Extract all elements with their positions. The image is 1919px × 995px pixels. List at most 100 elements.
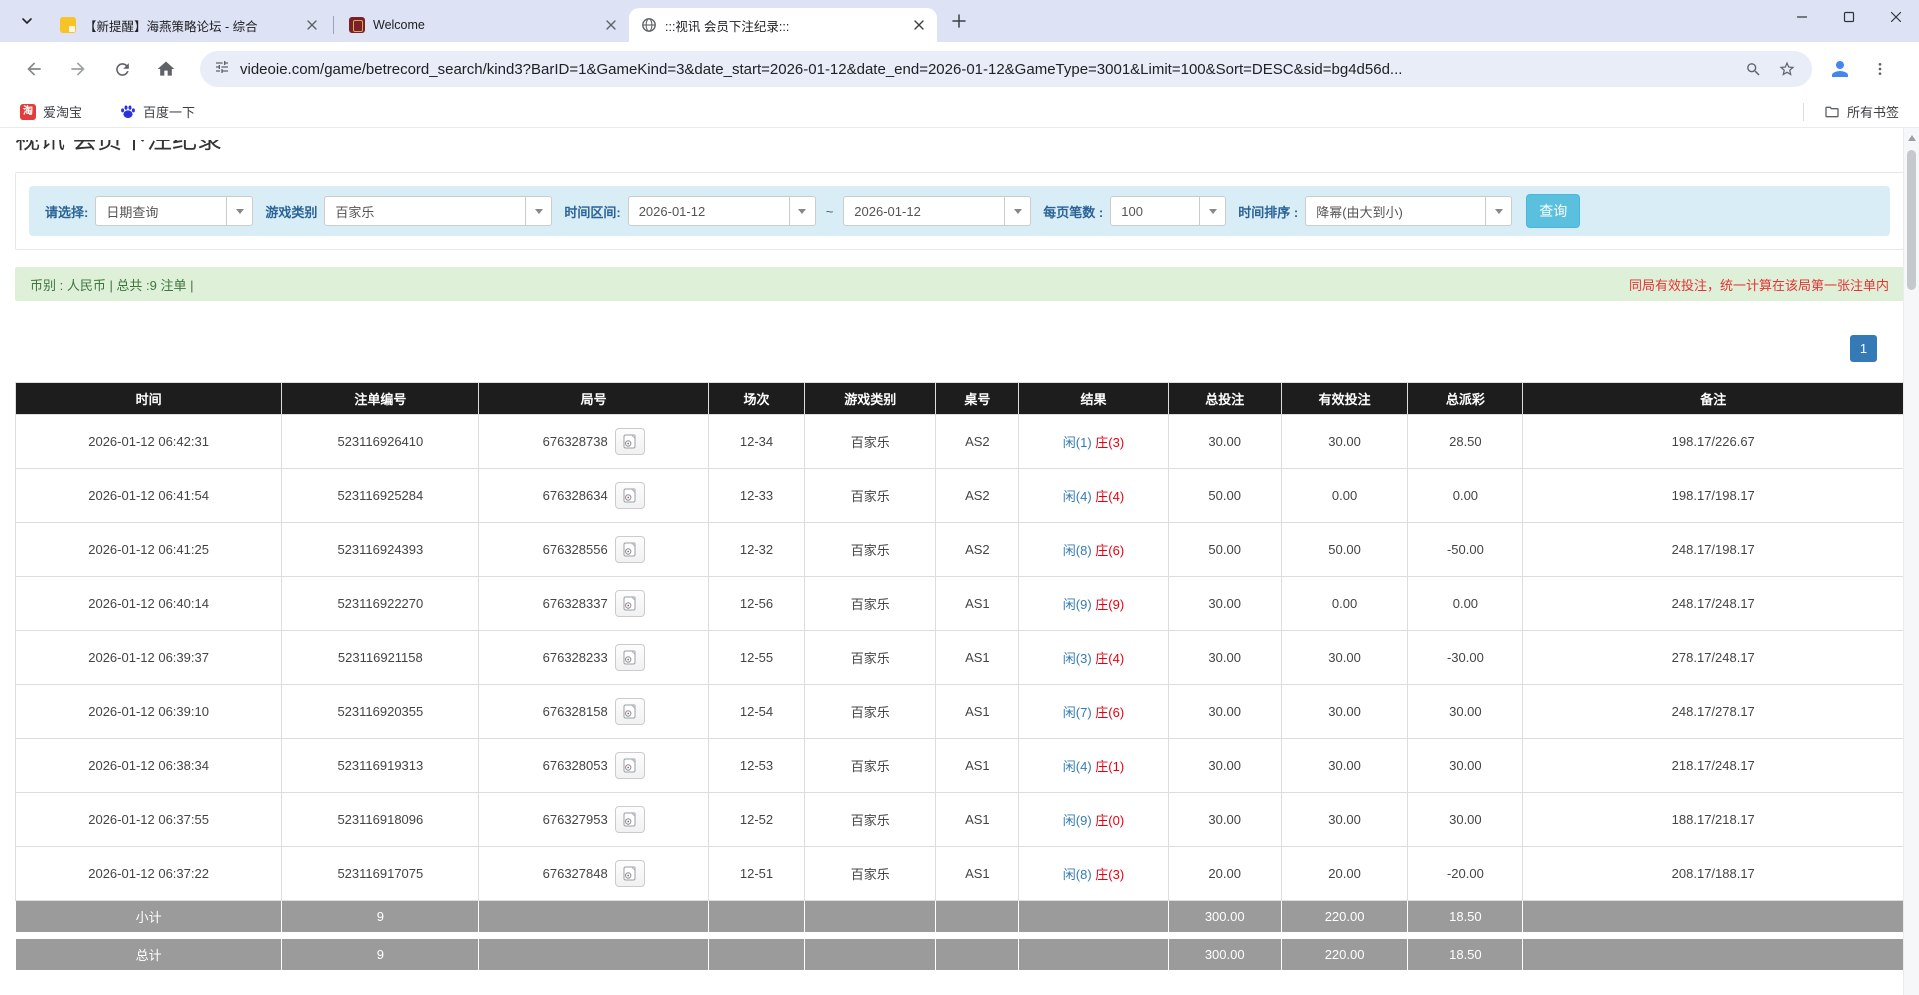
cell-table-no: AS1 xyxy=(936,685,1019,739)
bookmark-star-icon[interactable] xyxy=(1774,56,1800,82)
scroll-up-icon[interactable] xyxy=(1908,135,1916,141)
minimize-button[interactable] xyxy=(1778,0,1825,34)
reload-icon[interactable] xyxy=(102,49,142,89)
video-replay-icon[interactable] xyxy=(615,752,645,779)
new-tab-button[interactable] xyxy=(945,7,973,35)
footer-label: 总计 xyxy=(16,939,282,971)
tab-divider xyxy=(333,16,334,34)
bookmark-baidu[interactable]: 百度一下 xyxy=(114,100,201,124)
cell-total-bet[interactable]: 50.00 xyxy=(1168,469,1281,523)
cell-total-bet[interactable]: 30.00 xyxy=(1168,685,1281,739)
tab-close-icon[interactable] xyxy=(304,17,320,33)
cell-time: 2026-01-12 06:37:55 xyxy=(16,793,282,847)
cell-game-type: 百家乐 xyxy=(805,415,936,469)
video-replay-icon[interactable] xyxy=(615,806,645,833)
profile-avatar-icon[interactable] xyxy=(1820,49,1860,89)
close-button[interactable] xyxy=(1872,0,1919,34)
tab-title: 【新提醒】海燕策略论坛 - 综合 xyxy=(84,16,296,35)
cell-round: 676328556 xyxy=(479,523,708,577)
video-replay-icon[interactable] xyxy=(615,428,645,455)
zoom-icon[interactable] xyxy=(1740,56,1766,82)
window-controls xyxy=(1778,0,1919,34)
cell-valid-bet: 0.00 xyxy=(1281,469,1407,523)
cell-payout: 30.00 xyxy=(1408,739,1523,793)
cell-total-bet[interactable]: 50.00 xyxy=(1168,523,1281,577)
cell-session: 12-33 xyxy=(708,469,804,523)
video-replay-icon[interactable] xyxy=(615,590,645,617)
cell-valid-bet: 50.00 xyxy=(1281,523,1407,577)
tab-welcome[interactable]: Welcome xyxy=(337,8,629,42)
back-icon[interactable] xyxy=(14,49,54,89)
tab-betrecord-active[interactable]: :::视讯 会员下注纪录::: xyxy=(629,8,937,42)
tab-close-icon[interactable] xyxy=(911,17,927,33)
cell-round: 676328738 xyxy=(479,415,708,469)
bookmark-label: 百度一下 xyxy=(143,102,195,121)
url-bar[interactable]: videoie.com/game/betrecord_search/kind3?… xyxy=(200,51,1812,87)
cell-total-bet[interactable]: 30.00 xyxy=(1168,577,1281,631)
cell-round: 676328233 xyxy=(479,631,708,685)
footer-cell: 220.00 xyxy=(1281,901,1407,933)
cell-table-no: AS2 xyxy=(936,415,1019,469)
date-start-select[interactable]: 2026-01-12 xyxy=(628,196,816,226)
game-type-select[interactable]: 百家乐 xyxy=(324,196,552,226)
per-page-label: 每页笔数 : xyxy=(1043,202,1103,221)
bookmarks-divider xyxy=(1803,103,1804,121)
cell-bet-id: 523116920355 xyxy=(282,685,479,739)
column-header: 局号 xyxy=(479,383,708,415)
cell-bet-id: 523116917075 xyxy=(282,847,479,901)
query-type-select[interactable]: 日期查询 xyxy=(95,196,253,226)
cell-total-bet[interactable]: 30.00 xyxy=(1168,631,1281,685)
date-start-value: 2026-01-12 xyxy=(629,197,789,225)
cell-total-bet[interactable]: 30.00 xyxy=(1168,415,1281,469)
cell-session: 12-51 xyxy=(708,847,804,901)
round-number: 676328158 xyxy=(543,704,608,719)
tab-search-chevron-icon[interactable] xyxy=(12,6,42,36)
cell-total-bet[interactable]: 30.00 xyxy=(1168,739,1281,793)
date-end-select[interactable]: 2026-01-12 xyxy=(843,196,1031,226)
cell-payout: -20.00 xyxy=(1408,847,1523,901)
all-bookmarks-label: 所有书签 xyxy=(1847,102,1899,121)
cell-game-type: 百家乐 xyxy=(805,523,936,577)
forward-icon[interactable] xyxy=(58,49,98,89)
maximize-button[interactable] xyxy=(1825,0,1872,34)
video-replay-icon[interactable] xyxy=(615,536,645,563)
search-button[interactable]: 查询 xyxy=(1526,194,1580,228)
cell-time: 2026-01-12 06:40:14 xyxy=(16,577,282,631)
cell-result: 闲(9) 庄(9) xyxy=(1019,577,1168,631)
scrollbar-thumb[interactable] xyxy=(1907,150,1916,290)
round-number: 676327953 xyxy=(543,812,608,827)
video-replay-icon[interactable] xyxy=(615,860,645,887)
cell-session: 12-54 xyxy=(708,685,804,739)
result-player: 闲(7) xyxy=(1063,705,1092,720)
total-row: 总计9300.00220.0018.50 xyxy=(16,939,1904,971)
cell-payout: 28.50 xyxy=(1408,415,1523,469)
result-player: 闲(8) xyxy=(1063,543,1092,558)
tab-forum[interactable]: 【新提醒】海燕策略论坛 - 综合 xyxy=(48,8,330,42)
per-page-select[interactable]: 100 xyxy=(1110,196,1226,226)
cell-result: 闲(9) 庄(0) xyxy=(1019,793,1168,847)
menu-dots-icon[interactable] xyxy=(1860,49,1900,89)
cell-bet-id: 523116922270 xyxy=(282,577,479,631)
footer-cell xyxy=(1019,901,1168,933)
cell-round: 676327848 xyxy=(479,847,708,901)
cell-session: 12-34 xyxy=(708,415,804,469)
video-replay-icon[interactable] xyxy=(615,482,645,509)
cell-total-bet[interactable]: 20.00 xyxy=(1168,847,1281,901)
cell-bet-id: 523116921158 xyxy=(282,631,479,685)
site-settings-icon[interactable] xyxy=(214,59,230,80)
bookmark-taobao[interactable]: 淘 爱淘宝 xyxy=(14,100,88,124)
all-bookmarks-button[interactable]: 所有书签 xyxy=(1818,100,1905,124)
tab-close-icon[interactable] xyxy=(603,17,619,33)
home-icon[interactable] xyxy=(146,49,186,89)
date-end-value: 2026-01-12 xyxy=(844,197,1004,225)
page-number-button[interactable]: 1 xyxy=(1850,335,1877,362)
footer-cell xyxy=(1523,901,1904,933)
video-replay-icon[interactable] xyxy=(615,644,645,671)
video-replay-icon[interactable] xyxy=(615,698,645,725)
cell-total-bet[interactable]: 30.00 xyxy=(1168,793,1281,847)
footer-cell: 300.00 xyxy=(1168,901,1281,933)
page-scrollbar[interactable] xyxy=(1903,128,1919,995)
sort-select[interactable]: 降幂(由大到小) xyxy=(1305,196,1512,226)
table-row: 2026-01-12 06:42:31523116926410676328738… xyxy=(16,415,1904,469)
round-number: 676328337 xyxy=(543,596,608,611)
